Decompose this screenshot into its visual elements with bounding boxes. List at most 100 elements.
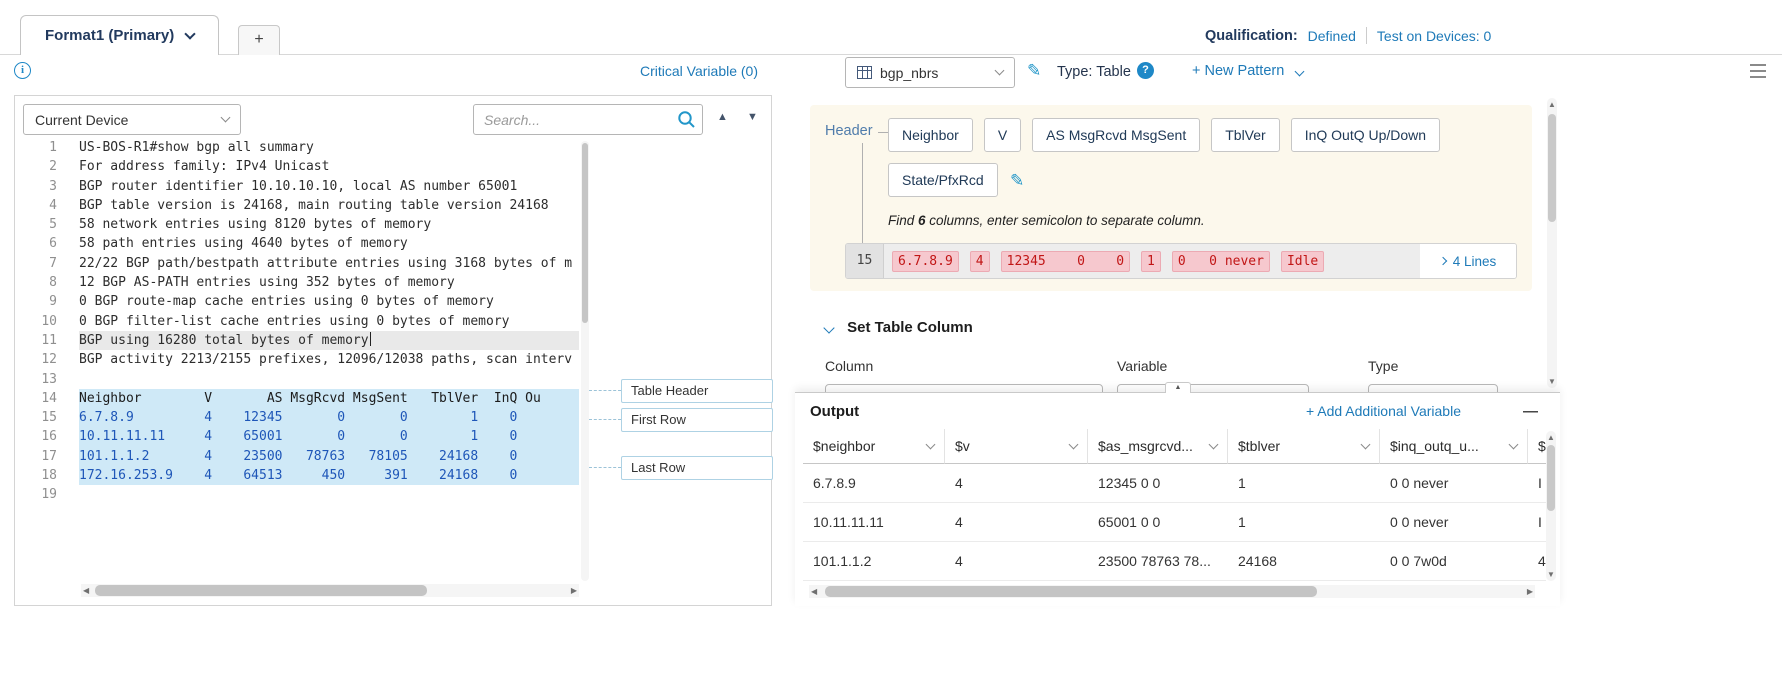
- pattern-column-box[interactable]: InQ OutQ Up/Down: [1291, 118, 1440, 152]
- scroll-down-icon[interactable]: ▼: [1547, 375, 1557, 388]
- output-cell: 24168: [1228, 542, 1380, 580]
- line-number: 4: [15, 196, 71, 215]
- column-label: Column: [825, 358, 873, 374]
- scroll-up-icon[interactable]: ▲: [1546, 431, 1556, 444]
- pattern-column-box[interactable]: V: [984, 118, 1021, 152]
- output-cell: 1: [1228, 464, 1380, 502]
- line-number: 11: [15, 331, 71, 350]
- scrollbar-thumb[interactable]: [1547, 445, 1555, 511]
- matched-token[interactable]: Idle: [1281, 251, 1324, 272]
- pattern-select[interactable]: bgp_nbrs: [845, 57, 1015, 88]
- scroll-right-icon[interactable]: ▶: [1527, 585, 1533, 598]
- code-text: BGP table version is 24168, main routing…: [79, 196, 579, 215]
- matched-token[interactable]: 4: [970, 251, 990, 272]
- code-line[interactable]: 1US-BOS-R1#show bgp all summary: [15, 138, 759, 157]
- code-line[interactable]: 11 BGP using 16280 total bytes of memory: [15, 331, 759, 350]
- scroll-left-icon[interactable]: ◀: [83, 584, 89, 597]
- search-icon[interactable]: [677, 110, 696, 129]
- add-tab-button[interactable]: +: [238, 25, 280, 55]
- pattern-column-box[interactable]: State/PfxRcd: [888, 163, 998, 197]
- output-panel: ▲ Output + Add Additional Variable — $ne…: [795, 392, 1560, 606]
- panel-vertical-scrollbar[interactable]: ▲ ▼: [1547, 98, 1557, 388]
- pattern-column-box[interactable]: AS MsgRcvd MsgSent: [1032, 118, 1200, 152]
- tab-format1[interactable]: Format1 (Primary): [20, 15, 219, 55]
- table-row[interactable]: 10.11.11.11465001 0 010 0 neverI: [803, 503, 1546, 542]
- search-input[interactable]: [473, 104, 703, 135]
- output-cell: 4: [945, 503, 1088, 541]
- scrollbar-thumb[interactable]: [1548, 114, 1556, 222]
- scroll-left-icon[interactable]: ◀: [811, 585, 817, 598]
- connector-line: [862, 143, 863, 243]
- output-column-header[interactable]: $v: [945, 429, 1088, 464]
- annotation-last-row[interactable]: Last Row: [621, 456, 773, 480]
- chevron-down-icon: [1069, 439, 1079, 449]
- chevron-down-icon: [823, 322, 834, 333]
- code-line[interactable]: 100 BGP filter-list cache entries using …: [15, 312, 759, 331]
- code-area[interactable]: 1US-BOS-R1#show bgp all summary2For addr…: [15, 138, 759, 505]
- editor-horizontal-scrollbar[interactable]: ◀ ▶: [81, 584, 579, 597]
- code-line[interactable]: 658 path entries using 4640 bytes of mem…: [15, 234, 759, 253]
- scrollbar-thumb[interactable]: [95, 585, 427, 596]
- add-additional-variable-link[interactable]: + Add Additional Variable: [1306, 403, 1461, 419]
- device-select[interactable]: Current Device: [23, 104, 241, 135]
- output-column-header[interactable]: $tblver: [1228, 429, 1380, 464]
- code-line[interactable]: 4 BGP table version is 24168, main routin…: [15, 196, 759, 215]
- info-icon[interactable]: i: [14, 62, 31, 79]
- code-line[interactable]: 558 network entries using 8120 bytes of …: [15, 215, 759, 234]
- output-column-header[interactable]: $as_msgrcvd...: [1088, 429, 1228, 464]
- find-next-button[interactable]: ▼: [747, 111, 758, 123]
- expand-lines-link[interactable]: 4 Lines: [1420, 244, 1516, 278]
- editor-vertical-scrollbar[interactable]: [581, 141, 589, 581]
- edit-header-icon[interactable]: ✎: [1010, 171, 1024, 191]
- table-row[interactable]: 101.1.1.2423500 78763 78...241680 0 7w0d…: [803, 542, 1546, 581]
- pattern-column-box[interactable]: Neighbor: [888, 118, 973, 152]
- output-cell: 23500 78763 78...: [1088, 542, 1228, 580]
- line-number: 14: [15, 389, 71, 408]
- output-column-name: $v: [955, 438, 970, 454]
- matched-token[interactable]: 1: [1141, 251, 1161, 272]
- annotation-first-row[interactable]: First Row: [621, 408, 773, 432]
- help-icon[interactable]: ?: [1137, 62, 1154, 79]
- table-row[interactable]: 6.7.8.9412345 0 010 0 neverI: [803, 464, 1546, 503]
- scroll-up-icon[interactable]: ▲: [1547, 98, 1557, 111]
- output-vertical-scrollbar[interactable]: ▲ ▼: [1546, 431, 1556, 581]
- edit-pattern-icon[interactable]: ✎: [1027, 61, 1041, 81]
- matched-token[interactable]: 0 0 never: [1172, 251, 1270, 272]
- qualification-value-link[interactable]: Defined: [1308, 28, 1356, 44]
- output-column-header[interactable]: $inq_outq_u...: [1380, 429, 1528, 464]
- scrollbar-thumb[interactable]: [582, 143, 588, 323]
- code-line[interactable]: 19: [15, 485, 759, 504]
- chevron-down-icon: [1295, 67, 1305, 77]
- code-line[interactable]: 812 BGP AS-PATH entries using 352 bytes …: [15, 273, 759, 292]
- line-number: 6: [15, 234, 71, 253]
- scrollbar-thumb[interactable]: [825, 586, 1317, 597]
- find-previous-button[interactable]: ▲: [717, 111, 728, 123]
- scroll-right-icon[interactable]: ▶: [571, 584, 577, 597]
- menu-icon[interactable]: [1750, 63, 1768, 79]
- set-table-column-toggle[interactable]: Set Table Column: [825, 319, 973, 336]
- code-line[interactable]: 3BGP router identifier 10.10.10.10, loca…: [15, 177, 759, 196]
- chevron-down-icon: [185, 28, 196, 39]
- header-section-label: Header: [825, 123, 873, 139]
- matched-token[interactable]: 12345 0 0: [1001, 251, 1130, 272]
- output-column-header[interactable]: $st: [1528, 429, 1546, 464]
- critical-variable-link[interactable]: Critical Variable (0): [640, 63, 758, 79]
- output-column-header[interactable]: $neighbor: [803, 429, 945, 464]
- code-text: BGP using 16280 total bytes of memory: [79, 331, 579, 350]
- scroll-down-icon[interactable]: ▼: [1546, 568, 1556, 581]
- set-table-column-title: Set Table Column: [847, 319, 973, 336]
- matched-token[interactable]: 6.7.8.9: [892, 251, 959, 272]
- output-horizontal-scrollbar[interactable]: ◀ ▶: [809, 585, 1535, 598]
- new-pattern-button[interactable]: + New Pattern: [1192, 63, 1303, 79]
- annotation-table-header[interactable]: Table Header: [621, 379, 773, 403]
- collapse-output-handle[interactable]: ▲: [1165, 382, 1191, 393]
- code-text: Neighbor V AS MsgRcvd MsgSent TblVer InQ…: [79, 389, 579, 408]
- pattern-column-box[interactable]: TblVer: [1211, 118, 1279, 152]
- code-line[interactable]: 722/22 BGP path/bestpath attribute entri…: [15, 254, 759, 273]
- code-text: 10.11.11.11 4 65001 0 0 1 0: [79, 427, 579, 446]
- code-line[interactable]: 2For address family: IPv4 Unicast: [15, 157, 759, 176]
- code-line[interactable]: 12BGP activity 2213/2155 prefixes, 12096…: [15, 350, 759, 369]
- minimize-output-button[interactable]: —: [1523, 403, 1538, 420]
- code-line[interactable]: 90 BGP route-map cache entries using 0 b…: [15, 292, 759, 311]
- test-on-devices-link[interactable]: Test on Devices: 0: [1377, 28, 1491, 44]
